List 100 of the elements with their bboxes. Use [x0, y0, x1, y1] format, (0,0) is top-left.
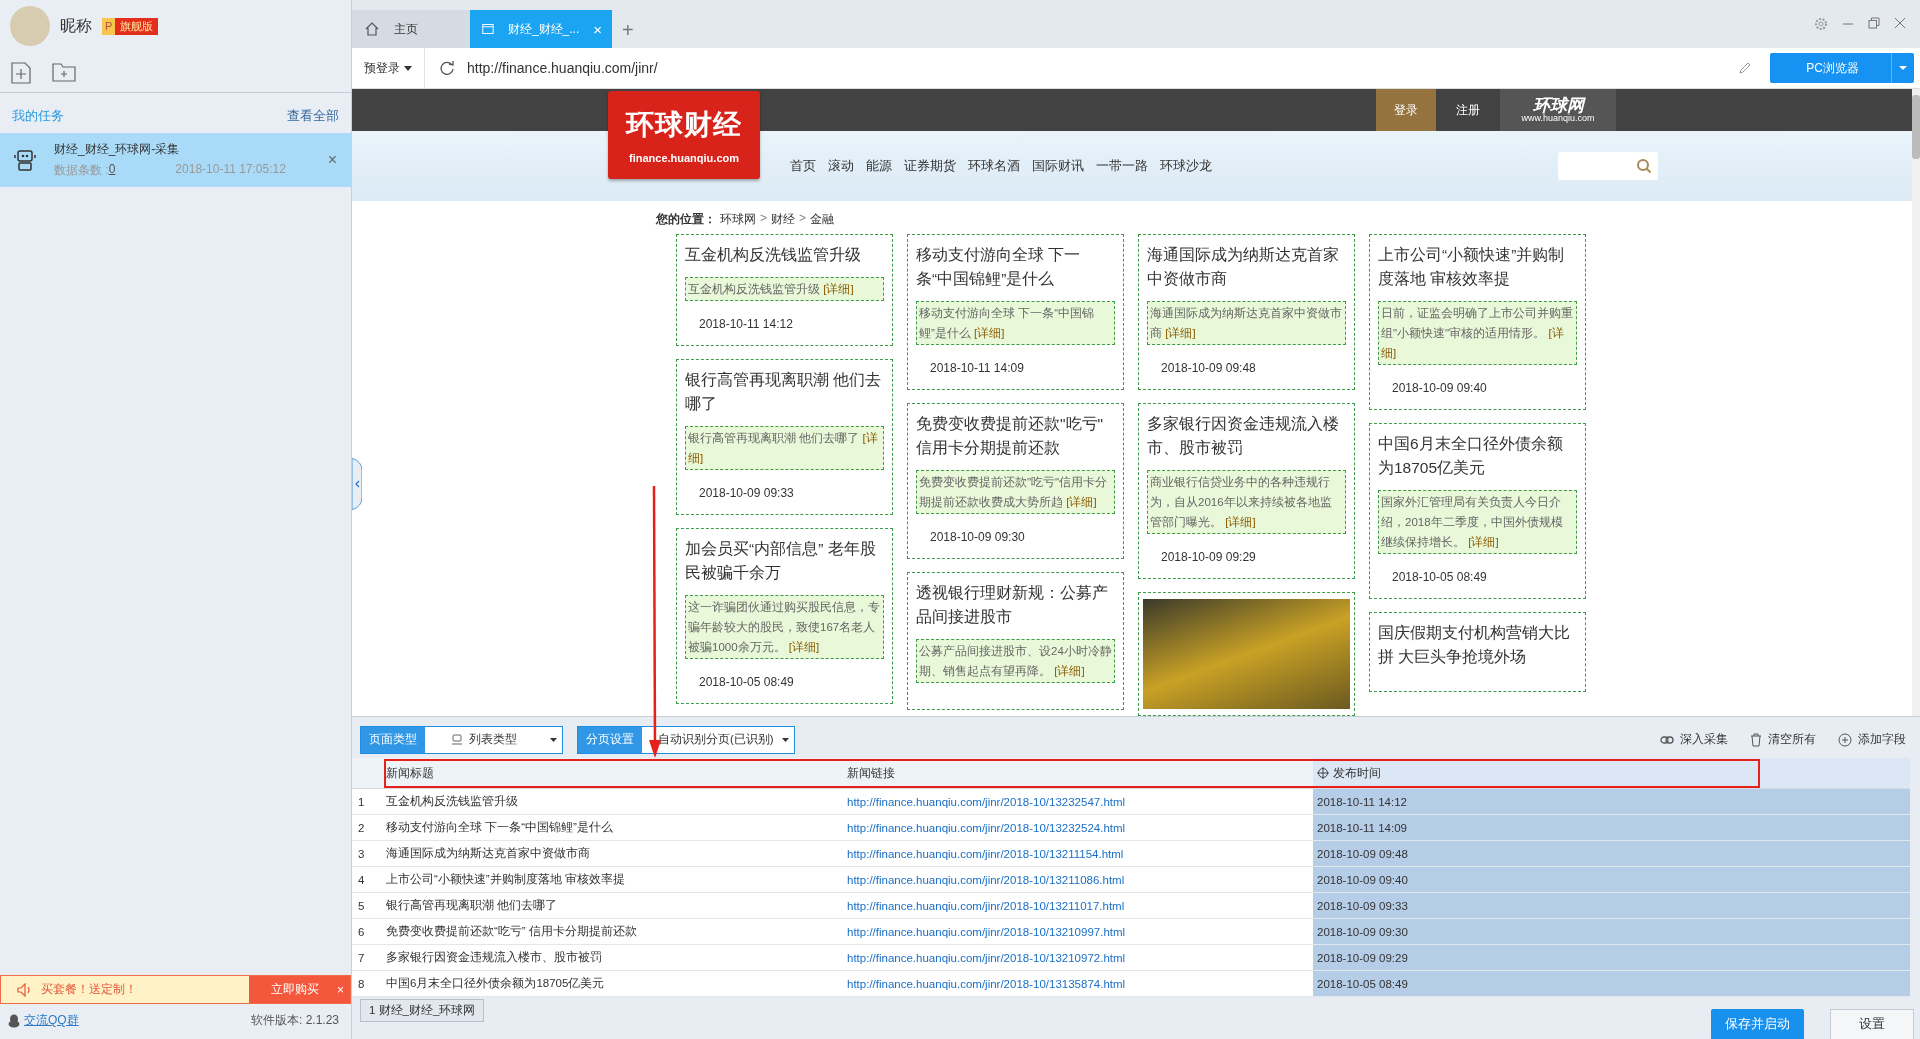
view-all-link[interactable]: 查看全部 — [287, 107, 339, 125]
settings-button[interactable]: 设置 — [1830, 1009, 1914, 1039]
news-summary: 移动支付游向全球 下一条“中国锦鲤”是什么 [详细] — [916, 301, 1115, 345]
nav-link[interactable]: 环球沙龙 — [1160, 157, 1212, 175]
column-header[interactable]: 发布时间 — [1313, 758, 1910, 789]
table-cell: 互金机构反洗钱监管升级 — [382, 789, 843, 815]
login-dropdown[interactable]: 预登录 — [352, 48, 425, 88]
settings-icon[interactable] — [1814, 17, 1828, 31]
table-link[interactable]: http://finance.huanqiu.com/jinr/2018-10/13210972.html — [843, 945, 1313, 971]
news-summary: 国家外汇管理局有关负责人今日介绍，2018年二季度，中国外债规模继续保持增长。 [详细] — [1378, 490, 1577, 554]
login-link[interactable]: 登录 — [1376, 89, 1436, 131]
toolbar-action[interactable]: 清空所有 — [1750, 732, 1816, 747]
table-link[interactable]: http://finance.huanqiu.com/jinr/2018-10/13210997.html — [843, 919, 1313, 945]
news-title[interactable]: 透视银行理财新规：公募产品间接进股市 — [916, 581, 1115, 629]
news-summary: 银行高管再现离职潮 他们去哪了 [详细] — [685, 426, 884, 470]
address-field[interactable]: http://finance.huanqiu.com/jinr/ — [463, 60, 1739, 76]
nav-link[interactable]: 能源 — [866, 157, 892, 175]
news-title[interactable]: 互金机构反洗钱监管升级 — [685, 243, 884, 267]
table-cell: 上市公司“小额快速”并购制度落地 审核效率提 — [382, 867, 843, 893]
nav-link[interactable]: 首页 — [790, 157, 816, 175]
close-icon[interactable] — [1894, 17, 1906, 29]
news-date: 2018-10-09 09:33 — [698, 485, 795, 502]
table-cell: 中国6月末全口径外债余额为18705亿美元 — [382, 971, 843, 997]
table-cell: 多家银行因资金违规流入楼市、股市被罚 — [382, 945, 843, 971]
search-field[interactable] — [1558, 152, 1658, 180]
table-link[interactable]: http://finance.huanqiu.com/jinr/2018-10/13211017.html — [843, 893, 1313, 919]
section-title: 我的任务 — [12, 107, 64, 125]
table-link[interactable]: http://finance.huanqiu.com/jinr/2018-10/13211086.html — [843, 867, 1313, 893]
news-title[interactable]: 银行高管再现离职潮 他们去哪了 — [685, 368, 884, 416]
news-title[interactable]: 海通国际成为纳斯达克首家中资做市商 — [1147, 243, 1346, 291]
toolbar-action[interactable]: 添加字段 — [1838, 732, 1906, 747]
row-number: 6 — [352, 919, 382, 945]
nav-link[interactable]: 一带一路 — [1096, 157, 1148, 175]
news-date: 2018-10-09 09:30 — [929, 529, 1026, 546]
news-summary: 日前，证监会明确了上市公司并购重组"小额快速"审核的适用情形。 [详细] — [1378, 301, 1577, 365]
refresh-icon[interactable] — [439, 60, 455, 76]
news-title[interactable]: 移动支付游向全球 下一条“中国锦鲤”是什么 — [916, 243, 1115, 291]
caret-icon[interactable] — [1899, 66, 1907, 70]
news-title[interactable]: 中国6月末全口径外债余额为18705亿美元 — [1378, 432, 1577, 480]
caret-icon — [781, 737, 789, 742]
table-cell: 2018-10-11 14:12 — [1313, 789, 1910, 815]
table-cell: 移动支付游向全球 下一条“中国锦鲤”是什么 — [382, 815, 843, 841]
scrollbar[interactable] — [1912, 89, 1920, 716]
breadcrumb: 您的位置： 环球网 > 财经 > 金融 — [655, 210, 836, 228]
site-logo[interactable]: 环球网 www.huanqiu.com — [1500, 89, 1616, 131]
news-summary: 海通国际成为纳斯达克首家中资做市商 [详细] — [1147, 301, 1346, 345]
add-icon — [1838, 732, 1852, 747]
trash-icon — [1750, 732, 1762, 747]
caret-icon — [404, 65, 412, 71]
table-cell: 免费变收费提前还款“吃亏” 信用卡分期提前还款 — [382, 919, 843, 945]
qq-group-link[interactable]: 交流QQ群 — [24, 1012, 79, 1029]
news-date: 2018-10-11 14:09 — [929, 360, 1025, 377]
table-cell: 2018-10-09 09:48 — [1313, 841, 1910, 867]
table-cell: 2018-10-09 09:30 — [1313, 919, 1910, 945]
pencil-icon[interactable] — [1738, 61, 1753, 75]
toolbar-action[interactable]: 深入采集 — [1660, 732, 1728, 747]
browser-tab[interactable]: 主页 — [352, 10, 470, 48]
row-number: 3 — [352, 841, 382, 867]
site-logo[interactable]: 环球财经 finance.huanqiu.com — [608, 91, 760, 179]
table-link[interactable]: http://finance.huanqiu.com/jinr/2018-10/13135874.html — [843, 971, 1313, 997]
new-file-icon[interactable] — [10, 62, 32, 84]
page-type-dropdown[interactable]: 页面类型 列表类型 — [360, 725, 563, 754]
nav-link[interactable]: 国际财讯 — [1032, 157, 1084, 175]
speaker-icon — [17, 982, 33, 997]
news-summary: 这一诈骗团伙通过购买股民信息，专骗年龄较大的股民，致使167名老人被骗1000余万元。 [详细] — [685, 595, 884, 659]
table-link[interactable]: http://finance.huanqiu.com/jinr/2018-10/13232547.html — [843, 789, 1313, 815]
task-item[interactable]: 财经_财经_环球网-采集 数据条数 :0 2018-10-11 17:05:12 × — [0, 133, 351, 187]
new-tab-button[interactable]: + — [612, 19, 644, 48]
news-title[interactable]: 上市公司“小额快速”并购制度落地 审核效率提 — [1378, 243, 1577, 291]
new-folder-icon[interactable] — [52, 62, 76, 82]
table-link[interactable]: http://finance.huanqiu.com/jinr/2018-10/13211154.html — [843, 841, 1313, 867]
news-date: 2018-10-11 14:12 — [698, 316, 794, 333]
close-button[interactable]: × — [327, 151, 337, 169]
link-icon — [1660, 734, 1674, 745]
news-title[interactable]: 加会员买“内部信息” 老年股民被骗千余万 — [685, 537, 884, 585]
news-title[interactable]: 国庆假期支付机构营销大比拼 大巨头争抢境外场 — [1378, 621, 1577, 669]
table-cell: 海通国际成为纳斯达克首家中资做市商 — [382, 841, 843, 867]
task-time: 2018-10-11 17:05:12 — [175, 162, 286, 178]
row-number: 8 — [352, 971, 382, 997]
nav-link[interactable]: 环球名酒 — [968, 157, 1020, 175]
paging-dropdown[interactable]: 分页设置 自动识别分页(已识别) — [577, 725, 795, 754]
search-icon[interactable] — [1636, 158, 1652, 174]
window-icon — [482, 22, 494, 36]
nav-link[interactable]: 滚动 — [828, 157, 854, 175]
collapse-handle[interactable] — [352, 458, 362, 510]
row-number: 1 — [352, 789, 382, 815]
task-tab[interactable]: 1 财经_财经_环球网 — [360, 999, 485, 1022]
row-number: 2 — [352, 815, 382, 841]
register-link[interactable]: 注册 — [1436, 89, 1500, 131]
news-title[interactable]: 免费变收费提前还款"吃亏" 信用卡分期提前还款 — [916, 412, 1115, 460]
news-title[interactable]: 多家银行因资金违规流入楼市、股市被罚 — [1147, 412, 1346, 460]
promo-text: 买套餐！送定制！ — [41, 981, 137, 998]
restore-icon[interactable] — [1868, 17, 1880, 29]
news-date: 2018-10-05 08:49 — [1391, 569, 1488, 586]
table-link[interactable]: http://finance.huanqiu.com/jinr/2018-10/13232524.html — [843, 815, 1313, 841]
news-date: 2018-10-09 09:40 — [1391, 380, 1488, 397]
crosshair-icon — [1317, 767, 1329, 779]
news-date: 2018-10-05 08:49 — [698, 674, 795, 691]
news-summary: 商业银行信贷业务中的各种违规行为，自从2016年以来持续被各地监管部门曝光。 [详细] — [1147, 470, 1346, 534]
nav-link[interactable]: 证券期货 — [904, 157, 956, 175]
